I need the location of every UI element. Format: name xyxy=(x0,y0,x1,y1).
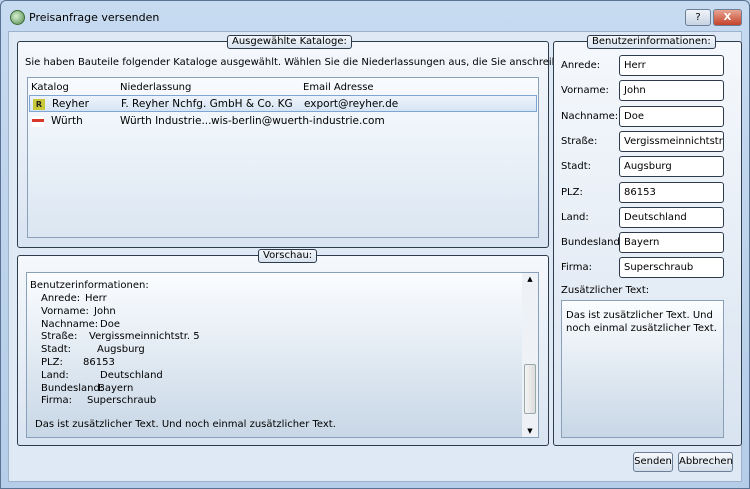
preview-line-value: Vergissmeinnichtstr. 5 xyxy=(89,331,200,343)
column-header-niederlassung[interactable]: Niederlassung xyxy=(120,82,191,93)
preview-heading: Benutzerinformationen: xyxy=(30,280,149,291)
catalog-name: Würth xyxy=(51,115,83,127)
field-input[interactable]: Doe xyxy=(619,105,724,127)
field-input[interactable]: Superschraub xyxy=(619,257,724,279)
preview-line-value: Deutschland xyxy=(100,369,163,381)
window-title: Preisanfrage versenden xyxy=(29,11,160,24)
field-label: Stadt: xyxy=(561,161,592,173)
field-input[interactable]: Bayern xyxy=(619,232,724,254)
field-label: Nachname: xyxy=(561,110,619,122)
catalog-name: Reyher xyxy=(52,98,89,110)
preview-line-value: Doe xyxy=(100,318,120,330)
preview-line-label: Firma: xyxy=(41,395,72,407)
catalogs-instruction: Sie haben Bauteile folgender Kataloge au… xyxy=(25,57,622,68)
email-address: export@reyher.de xyxy=(304,98,399,110)
preview-extra-text: Das ist zusätzlicher Text. Und noch einm… xyxy=(35,419,336,430)
preview-line-label: PLZ: xyxy=(41,357,63,368)
field-input[interactable]: Augsburg xyxy=(619,156,724,178)
field-label: Vorname: xyxy=(561,85,609,97)
field-label: Straße: xyxy=(561,135,598,147)
field-label: Land: xyxy=(561,211,589,223)
send-button[interactable]: Senden xyxy=(633,452,673,472)
branch-name: F. Reyher Nchfg. GmbH & Co. KG xyxy=(121,98,293,110)
scroll-up-icon[interactable]: ▲ xyxy=(522,275,538,283)
preview-line-label: Vorname: xyxy=(41,305,89,317)
field-input[interactable]: Deutschland xyxy=(619,206,724,228)
title-bar: Preisanfrage versenden ? X xyxy=(1,1,749,33)
extra-text-label: Zusätzlicher Text: xyxy=(561,285,650,296)
preview-line-value: Bayern xyxy=(98,382,134,394)
preview-line-label: Bundesland: xyxy=(41,382,104,394)
branch-name: Würth Industrie... xyxy=(120,115,212,127)
preview-line-label: Nachname: xyxy=(41,318,99,330)
reyher-logo-icon: R xyxy=(33,99,45,110)
help-button[interactable]: ? xyxy=(685,9,711,26)
field-label: Bundesland: xyxy=(561,237,624,249)
preview-scrollbar[interactable]: ▲ ▼ xyxy=(522,273,538,437)
preview-line-value: Augsburg xyxy=(97,344,145,356)
field-input[interactable]: John xyxy=(619,80,724,102)
preview-line-value: Superschraub xyxy=(87,395,157,407)
column-header-katalog[interactable]: Katalog xyxy=(31,82,69,93)
preview-line-label: Anrede: xyxy=(41,293,81,304)
wuerth-logo-icon xyxy=(32,116,44,127)
scrollbar-thumb[interactable] xyxy=(524,364,536,414)
catalogs-group-title: Ausgewählte Kataloge: xyxy=(227,35,352,49)
catalog-row[interactable]: Würth Würth Industrie... wis-berlin@wuer… xyxy=(29,113,537,130)
preview-line-value: John xyxy=(94,305,116,317)
user-info-group-title: Benutzerinformationen: xyxy=(587,35,716,49)
app-icon xyxy=(10,10,25,25)
field-input[interactable]: Herr xyxy=(619,55,724,76)
extra-text-textarea[interactable]: Das ist zusätzlicher Text. Und noch einm… xyxy=(561,300,724,438)
email-address: wis-berlin@wuerth-industrie.com xyxy=(211,115,385,127)
preview-group-title: Vorschau: xyxy=(258,249,318,263)
catalog-list[interactable]: Katalog Niederlassung Email Adresse R Re… xyxy=(27,77,539,238)
scroll-down-icon[interactable]: ▼ xyxy=(522,427,538,435)
field-label: Firma: xyxy=(561,262,592,274)
preview-line-value: Herr xyxy=(85,293,107,304)
field-label: Anrede: xyxy=(561,60,601,71)
field-input[interactable]: Vergissmeinnichtstr. 5 xyxy=(619,130,724,152)
column-header-email[interactable]: Email Adresse xyxy=(303,82,374,93)
close-button[interactable]: X xyxy=(713,9,742,26)
preview-textarea[interactable]: Benutzerinformationen: Anrede: Herr Vornam… xyxy=(26,272,539,438)
preview-line-label: Land: xyxy=(41,369,69,381)
preview-line-value: 86153 xyxy=(83,357,115,368)
field-input[interactable]: 86153 xyxy=(619,181,724,203)
preview-line-label: Straße: xyxy=(41,331,78,343)
preview-line-label: Stadt: xyxy=(41,344,72,356)
field-label: PLZ: xyxy=(561,186,583,198)
cancel-button[interactable]: Abbrechen xyxy=(678,452,733,472)
catalog-row[interactable]: R Reyher F. Reyher Nchfg. GmbH & Co. KG … xyxy=(29,95,537,112)
